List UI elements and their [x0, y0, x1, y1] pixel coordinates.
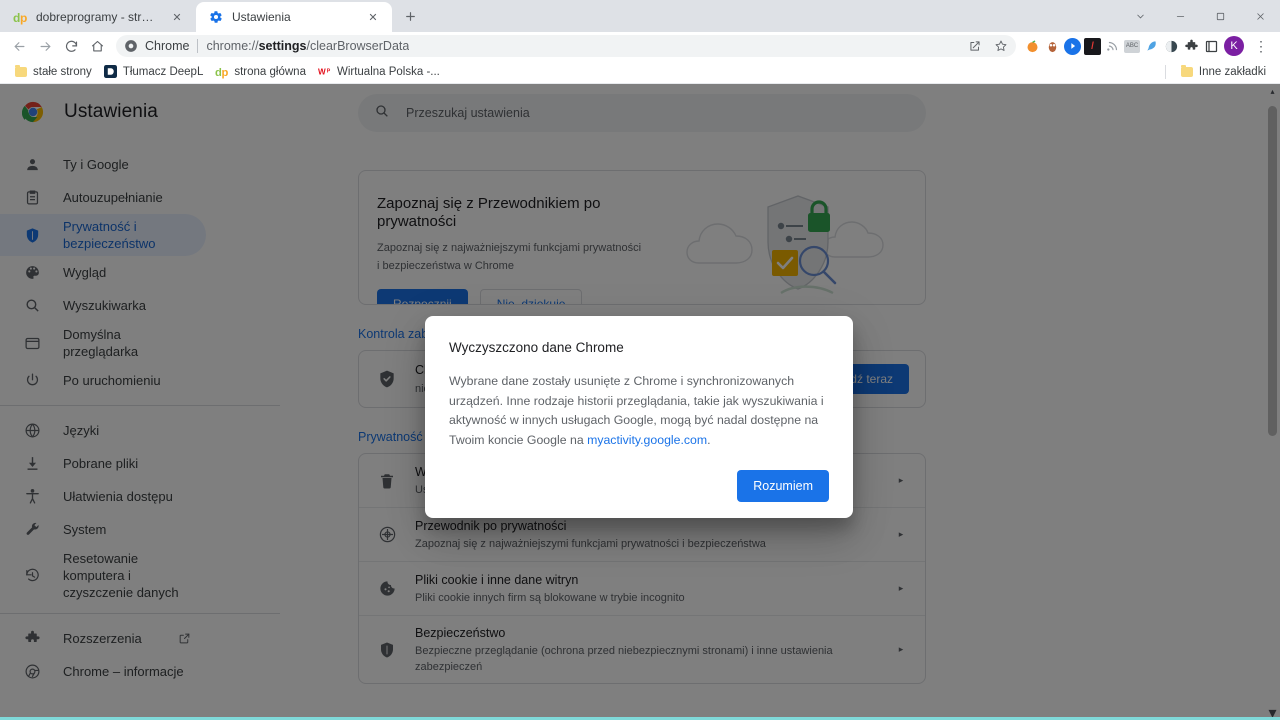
close-icon[interactable]: ✕: [364, 8, 382, 26]
svg-text:p: p: [20, 11, 27, 25]
owl-extension-icon[interactable]: [1044, 38, 1061, 55]
bookmarks-divider: [1165, 65, 1166, 79]
home-icon[interactable]: [84, 33, 110, 59]
chrome-shield-icon: [122, 37, 140, 55]
dialog-body-period: .: [707, 433, 710, 447]
bookmark-label: stałe strony: [33, 66, 92, 78]
address-bar[interactable]: Chrome chrome://settings/clearBrowserDat…: [116, 35, 1016, 57]
close-icon[interactable]: ✕: [168, 8, 186, 26]
window-controls: [1120, 0, 1280, 32]
minimize-all-icon[interactable]: [1120, 0, 1160, 32]
minimize-icon[interactable]: [1160, 0, 1200, 32]
share-icon[interactable]: [966, 37, 984, 55]
svg-text:p: p: [222, 67, 229, 79]
svg-text:P: P: [327, 69, 331, 75]
tab-strip: dp dobreprogramy - strona główna ✕ Ustaw…: [0, 0, 1280, 32]
chrome-menu-icon[interactable]: ⋮: [1248, 33, 1274, 59]
browser-window: dp dobreprogramy - strona główna ✕ Ustaw…: [0, 0, 1280, 720]
bookmark-label: Inne zakładki: [1199, 66, 1266, 78]
omnibox-chip: Chrome: [145, 39, 189, 53]
extension-icons: / ABC: [1024, 38, 1220, 55]
wp-icon: WP: [318, 65, 332, 79]
omnibox-url: chrome://settings/clearBrowserData: [206, 39, 409, 53]
bookmark-stale-strony[interactable]: stałe strony: [8, 63, 98, 81]
feather-extension-icon[interactable]: [1143, 38, 1160, 55]
understood-button[interactable]: Rozumiem: [737, 470, 829, 502]
data-cleared-dialog: Wyczyszczono dane Chrome Wybrane dane zo…: [425, 316, 853, 518]
bookmark-star-icon[interactable]: [992, 37, 1010, 55]
dp-icon: dp: [215, 65, 229, 79]
myactivity-link[interactable]: myactivity.google.com: [587, 433, 707, 447]
settings-gear-icon: [208, 9, 224, 25]
bookmark-wirtualna-polska[interactable]: WP Wirtualna Polska -...: [312, 63, 446, 81]
close-icon[interactable]: [1240, 0, 1280, 32]
bookmark-label: Wirtualna Polska -...: [337, 66, 440, 78]
dp-logo-icon: dp: [12, 9, 28, 25]
tab-title: dobreprogramy - strona główna: [36, 10, 160, 24]
bookmark-strona-glowna[interactable]: dp strona główna: [209, 63, 312, 81]
tab-title: Ustawienia: [232, 10, 356, 24]
window-square-extension-icon[interactable]: [1203, 38, 1220, 55]
new-tab-button[interactable]: [396, 2, 424, 30]
bookmark-other-bookmarks[interactable]: Inne zakładki: [1174, 63, 1272, 81]
bookmark-label: Tłumacz DeepL: [123, 66, 204, 78]
dialog-actions: Rozumiem: [449, 470, 829, 502]
deepl-icon: [104, 65, 118, 79]
orange-fruit-extension-icon[interactable]: [1024, 38, 1041, 55]
forward-icon[interactable]: [32, 33, 58, 59]
puzzle-extension-icon[interactable]: [1183, 38, 1200, 55]
bookmark-label: strona główna: [234, 66, 306, 78]
folder-icon: [14, 65, 28, 79]
tab-ustawienia[interactable]: Ustawienia ✕: [196, 2, 392, 32]
svg-text:W: W: [318, 67, 326, 76]
dialog-title: Wyczyszczono dane Chrome: [449, 338, 829, 358]
back-icon[interactable]: [6, 33, 32, 59]
rss-feed-extension-icon[interactable]: [1104, 38, 1121, 55]
red-dark-extension-icon[interactable]: /: [1084, 38, 1101, 55]
abc-box-extension-icon[interactable]: ABC: [1124, 40, 1140, 53]
omnibox-separator: [197, 39, 198, 53]
folder-icon: [1180, 65, 1194, 79]
tab-dobreprogramy[interactable]: dp dobreprogramy - strona główna ✕: [0, 2, 196, 32]
globe-dark-extension-icon[interactable]: [1163, 38, 1180, 55]
blue-arrow-extension-icon[interactable]: [1064, 38, 1081, 55]
avatar[interactable]: K: [1224, 36, 1244, 56]
maximize-icon[interactable]: [1200, 0, 1240, 32]
bookmarks-bar: stałe strony Tłumacz DeepL dp strona głó…: [0, 60, 1280, 84]
browser-toolbar: Chrome chrome://settings/clearBrowserDat…: [0, 32, 1280, 60]
reload-icon[interactable]: [58, 33, 84, 59]
dialog-body: Wybrane dane zostały usunięte z Chrome i…: [449, 372, 829, 450]
bookmark-tlumacz-deepl[interactable]: Tłumacz DeepL: [98, 63, 210, 81]
